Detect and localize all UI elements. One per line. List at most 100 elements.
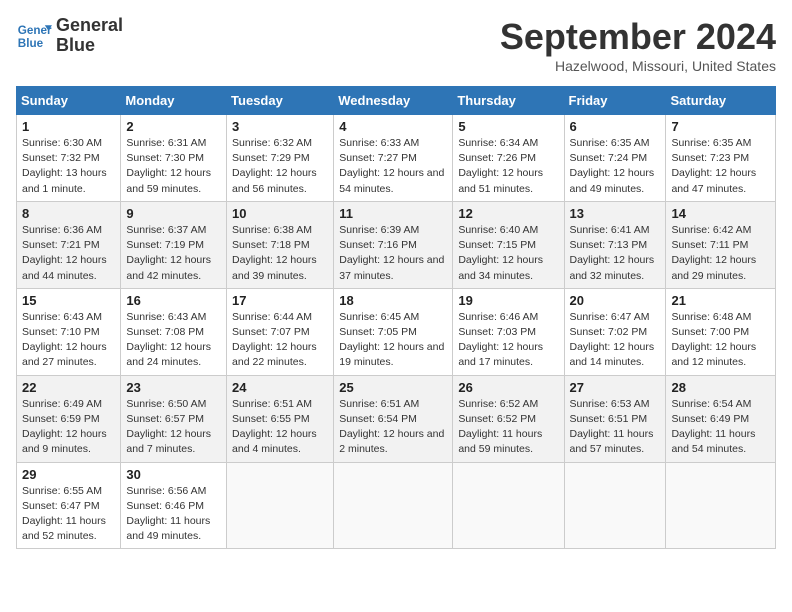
- day-number: 28: [671, 380, 770, 395]
- day-cell-6: 6 Sunrise: 6:35 AMSunset: 7:24 PMDaylight…: [564, 115, 666, 202]
- day-cell-7: 7 Sunrise: 6:35 AMSunset: 7:23 PMDaylight…: [666, 115, 776, 202]
- header-sunday: Sunday: [17, 87, 121, 115]
- day-number: 16: [126, 293, 221, 308]
- day-cell-24: 24Sunrise: 6:51 AMSunset: 6:55 PMDayligh…: [227, 375, 334, 462]
- day-cell-25: 25 Sunrise: 6:51 AMSunset: 6:54 PMDayligh…: [334, 375, 453, 462]
- day-number: 17: [232, 293, 328, 308]
- day-number: 12: [458, 206, 558, 221]
- empty-cell: [453, 462, 564, 549]
- day-number: 25: [339, 380, 447, 395]
- week-row-4: 22 Sunrise: 6:49 AMSunset: 6:59 PMDayligh…: [17, 375, 776, 462]
- day-cell-22: 22 Sunrise: 6:49 AMSunset: 6:59 PMDayligh…: [17, 375, 121, 462]
- day-cell-9: 9 Sunrise: 6:37 AMSunset: 7:19 PMDaylight…: [121, 201, 227, 288]
- day-cell-8: 8 Sunrise: 6:36 AMSunset: 7:21 PMDaylight…: [17, 201, 121, 288]
- day-cell-20: 20 Sunrise: 6:47 AMSunset: 7:02 PMDayligh…: [564, 288, 666, 375]
- day-detail: Sunrise: 6:49 AMSunset: 6:59 PMDaylight:…: [22, 397, 115, 458]
- day-cell-27: 27 Sunrise: 6:53 AMSunset: 6:51 PMDayligh…: [564, 375, 666, 462]
- day-detail: Sunrise: 6:56 AMSunset: 6:46 PMDaylight:…: [126, 484, 221, 545]
- day-number: 3: [232, 119, 328, 134]
- day-number: 20: [570, 293, 661, 308]
- day-detail: Sunrise: 6:43 AMSunset: 7:10 PMDaylight:…: [22, 310, 115, 371]
- day-detail: Sunrise: 6:30 AMSunset: 7:32 PMDaylight:…: [22, 136, 115, 197]
- header-wednesday: Wednesday: [334, 87, 453, 115]
- day-cell-30: 30 Sunrise: 6:56 AMSunset: 6:46 PMDayligh…: [121, 462, 227, 549]
- day-detail: Sunrise: 6:37 AMSunset: 7:19 PMDaylight:…: [126, 223, 221, 284]
- day-number: 22: [22, 380, 115, 395]
- empty-cell: [227, 462, 334, 549]
- day-detail: Sunrise: 6:50 AMSunset: 6:57 PMDaylight:…: [126, 397, 221, 458]
- day-detail: Sunrise: 6:51 AMSunset: 6:54 PMDaylight:…: [339, 397, 447, 458]
- header-tuesday: Tuesday: [227, 87, 334, 115]
- title-area: September 2024 Hazelwood, Missouri, Unit…: [500, 16, 776, 74]
- week-row-5: 29Sunrise: 6:55 AMSunset: 6:47 PMDayligh…: [17, 462, 776, 549]
- day-detail: Sunrise: 6:35 AMSunset: 7:24 PMDaylight:…: [570, 136, 661, 197]
- day-cell-15: 15Sunrise: 6:43 AMSunset: 7:10 PMDayligh…: [17, 288, 121, 375]
- page-header: General Blue General Blue September 2024…: [16, 16, 776, 74]
- day-number: 30: [126, 467, 221, 482]
- day-cell-13: 13Sunrise: 6:41 AMSunset: 7:13 PMDayligh…: [564, 201, 666, 288]
- logo-line2: Blue: [56, 36, 123, 56]
- day-cell-3: 3 Sunrise: 6:32 AMSunset: 7:29 PMDaylight…: [227, 115, 334, 202]
- day-detail: Sunrise: 6:41 AMSunset: 7:13 PMDaylight:…: [570, 223, 661, 284]
- empty-cell: [666, 462, 776, 549]
- month-title: September 2024: [500, 16, 776, 58]
- day-number: 9: [126, 206, 221, 221]
- day-number: 14: [671, 206, 770, 221]
- day-detail: Sunrise: 6:39 AMSunset: 7:16 PMDaylight:…: [339, 223, 447, 284]
- day-detail: Sunrise: 6:43 AMSunset: 7:08 PMDaylight:…: [126, 310, 221, 371]
- day-number: 21: [671, 293, 770, 308]
- week-row-1: 1Sunrise: 6:30 AMSunset: 7:32 PMDaylight…: [17, 115, 776, 202]
- day-detail: Sunrise: 6:47 AMSunset: 7:02 PMDaylight:…: [570, 310, 661, 371]
- day-cell-21: 21Sunrise: 6:48 AMSunset: 7:00 PMDayligh…: [666, 288, 776, 375]
- day-number: 29: [22, 467, 115, 482]
- logo-line1: General: [56, 16, 123, 36]
- day-detail: Sunrise: 6:36 AMSunset: 7:21 PMDaylight:…: [22, 223, 115, 284]
- day-detail: Sunrise: 6:38 AMSunset: 7:18 PMDaylight:…: [232, 223, 328, 284]
- calendar-header-row: SundayMondayTuesdayWednesdayThursdayFrid…: [17, 87, 776, 115]
- day-detail: Sunrise: 6:45 AMSunset: 7:05 PMDaylight:…: [339, 310, 447, 371]
- header-friday: Friday: [564, 87, 666, 115]
- day-number: 23: [126, 380, 221, 395]
- header-thursday: Thursday: [453, 87, 564, 115]
- day-detail: Sunrise: 6:35 AMSunset: 7:23 PMDaylight:…: [671, 136, 770, 197]
- day-detail: Sunrise: 6:31 AMSunset: 7:30 PMDaylight:…: [126, 136, 221, 197]
- day-number: 6: [570, 119, 661, 134]
- day-detail: Sunrise: 6:52 AMSunset: 6:52 PMDaylight:…: [458, 397, 558, 458]
- header-saturday: Saturday: [666, 87, 776, 115]
- day-cell-5: 5 Sunrise: 6:34 AMSunset: 7:26 PMDaylight…: [453, 115, 564, 202]
- day-detail: Sunrise: 6:54 AMSunset: 6:49 PMDaylight:…: [671, 397, 770, 458]
- day-detail: Sunrise: 6:42 AMSunset: 7:11 PMDaylight:…: [671, 223, 770, 284]
- day-detail: Sunrise: 6:51 AMSunset: 6:55 PMDaylight:…: [232, 397, 328, 458]
- day-detail: Sunrise: 6:34 AMSunset: 7:26 PMDaylight:…: [458, 136, 558, 197]
- day-detail: Sunrise: 6:33 AMSunset: 7:27 PMDaylight:…: [339, 136, 447, 197]
- day-cell-19: 19 Sunrise: 6:46 AMSunset: 7:03 PMDayligh…: [453, 288, 564, 375]
- day-cell-26: 26 Sunrise: 6:52 AMSunset: 6:52 PMDayligh…: [453, 375, 564, 462]
- day-cell-14: 14 Sunrise: 6:42 AMSunset: 7:11 PMDayligh…: [666, 201, 776, 288]
- week-row-3: 15Sunrise: 6:43 AMSunset: 7:10 PMDayligh…: [17, 288, 776, 375]
- day-number: 8: [22, 206, 115, 221]
- day-number: 27: [570, 380, 661, 395]
- day-cell-12: 12Sunrise: 6:40 AMSunset: 7:15 PMDayligh…: [453, 201, 564, 288]
- day-number: 5: [458, 119, 558, 134]
- svg-text:Blue: Blue: [18, 37, 44, 50]
- day-number: 7: [671, 119, 770, 134]
- day-cell-17: 17 Sunrise: 6:44 AMSunset: 7:07 PMDayligh…: [227, 288, 334, 375]
- day-detail: Sunrise: 6:46 AMSunset: 7:03 PMDaylight:…: [458, 310, 558, 371]
- day-number: 19: [458, 293, 558, 308]
- day-number: 11: [339, 206, 447, 221]
- day-detail: Sunrise: 6:44 AMSunset: 7:07 PMDaylight:…: [232, 310, 328, 371]
- day-cell-10: 10Sunrise: 6:38 AMSunset: 7:18 PMDayligh…: [227, 201, 334, 288]
- day-number: 26: [458, 380, 558, 395]
- week-row-2: 8 Sunrise: 6:36 AMSunset: 7:21 PMDaylight…: [17, 201, 776, 288]
- header-monday: Monday: [121, 87, 227, 115]
- day-cell-4: 4Sunrise: 6:33 AMSunset: 7:27 PMDaylight…: [334, 115, 453, 202]
- calendar-table: SundayMondayTuesdayWednesdayThursdayFrid…: [16, 86, 776, 549]
- empty-cell: [334, 462, 453, 549]
- location-title: Hazelwood, Missouri, United States: [500, 58, 776, 74]
- logo-icon: General Blue: [16, 18, 52, 54]
- day-number: 18: [339, 293, 447, 308]
- day-detail: Sunrise: 6:32 AMSunset: 7:29 PMDaylight:…: [232, 136, 328, 197]
- day-detail: Sunrise: 6:53 AMSunset: 6:51 PMDaylight:…: [570, 397, 661, 458]
- day-cell-16: 16 Sunrise: 6:43 AMSunset: 7:08 PMDayligh…: [121, 288, 227, 375]
- day-number: 2: [126, 119, 221, 134]
